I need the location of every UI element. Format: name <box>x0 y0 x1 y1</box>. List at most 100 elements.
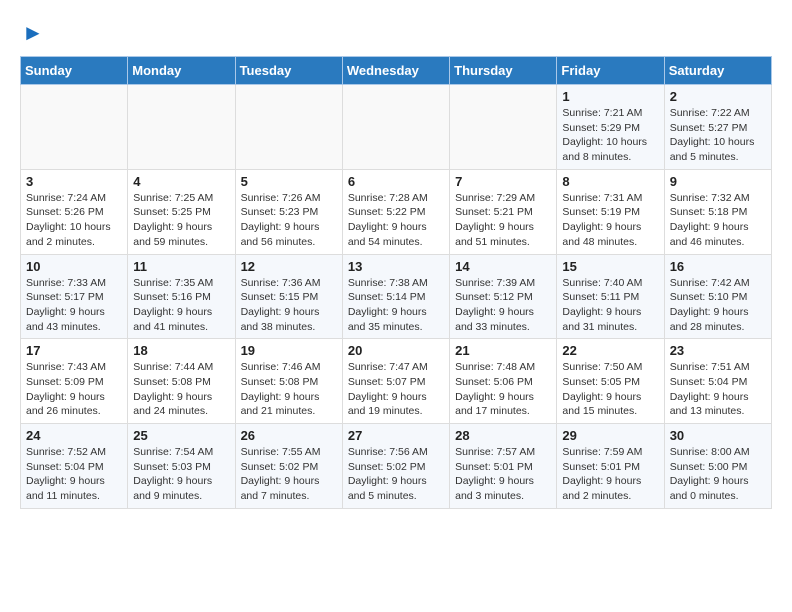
day-info: Sunrise: 7:55 AM Sunset: 5:02 PM Dayligh… <box>241 445 337 504</box>
day-info: Sunrise: 7:29 AM Sunset: 5:21 PM Dayligh… <box>455 191 551 250</box>
day-number: 21 <box>455 343 551 358</box>
day-info: Sunrise: 7:48 AM Sunset: 5:06 PM Dayligh… <box>455 360 551 419</box>
day-info: Sunrise: 7:24 AM Sunset: 5:26 PM Dayligh… <box>26 191 122 250</box>
day-cell: 23 Sunrise: 7:51 AM Sunset: 5:04 PM Dayli… <box>664 339 771 424</box>
day-info: Sunrise: 7:33 AM Sunset: 5:17 PM Dayligh… <box>26 276 122 335</box>
day-header-tuesday: Tuesday <box>235 57 342 85</box>
week-row-5: 24 Sunrise: 7:52 AM Sunset: 5:04 PM Dayli… <box>21 424 772 509</box>
day-info: Sunrise: 7:38 AM Sunset: 5:14 PM Dayligh… <box>348 276 444 335</box>
day-cell: 1 Sunrise: 7:21 AM Sunset: 5:29 PM Daylig… <box>557 85 664 170</box>
day-number: 13 <box>348 259 444 274</box>
day-info: Sunrise: 7:40 AM Sunset: 5:11 PM Dayligh… <box>562 276 658 335</box>
day-cell: 28 Sunrise: 7:57 AM Sunset: 5:01 PM Dayli… <box>450 424 557 509</box>
day-number: 7 <box>455 174 551 189</box>
day-header-sunday: Sunday <box>21 57 128 85</box>
calendar-table: SundayMondayTuesdayWednesdayThursdayFrid… <box>20 56 772 509</box>
day-cell: 18 Sunrise: 7:44 AM Sunset: 5:08 PM Dayli… <box>128 339 235 424</box>
day-info: Sunrise: 7:31 AM Sunset: 5:19 PM Dayligh… <box>562 191 658 250</box>
day-cell <box>450 85 557 170</box>
day-cell: 15 Sunrise: 7:40 AM Sunset: 5:11 PM Dayli… <box>557 254 664 339</box>
day-cell: 21 Sunrise: 7:48 AM Sunset: 5:06 PM Dayli… <box>450 339 557 424</box>
day-cell: 27 Sunrise: 7:56 AM Sunset: 5:02 PM Dayli… <box>342 424 449 509</box>
day-cell: 26 Sunrise: 7:55 AM Sunset: 5:02 PM Dayli… <box>235 424 342 509</box>
day-cell <box>128 85 235 170</box>
day-number: 17 <box>26 343 122 358</box>
week-row-1: 1 Sunrise: 7:21 AM Sunset: 5:29 PM Daylig… <box>21 85 772 170</box>
day-header-monday: Monday <box>128 57 235 85</box>
day-number: 30 <box>670 428 766 443</box>
day-header-thursday: Thursday <box>450 57 557 85</box>
day-header-wednesday: Wednesday <box>342 57 449 85</box>
day-number: 1 <box>562 89 658 104</box>
day-cell: 20 Sunrise: 7:47 AM Sunset: 5:07 PM Dayli… <box>342 339 449 424</box>
day-number: 18 <box>133 343 229 358</box>
day-cell: 5Sunrise: 7:26 AM Sunset: 5:23 PM Daylig… <box>235 169 342 254</box>
day-info: Sunrise: 7:51 AM Sunset: 5:04 PM Dayligh… <box>670 360 766 419</box>
day-info: Sunrise: 7:57 AM Sunset: 5:01 PM Dayligh… <box>455 445 551 504</box>
day-number: 16 <box>670 259 766 274</box>
day-number: 9 <box>670 174 766 189</box>
day-cell: 11 Sunrise: 7:35 AM Sunset: 5:16 PM Dayli… <box>128 254 235 339</box>
day-cell: 3 Sunrise: 7:24 AM Sunset: 5:26 PM Daylig… <box>21 169 128 254</box>
day-cell: 7 Sunrise: 7:29 AM Sunset: 5:21 PM Daylig… <box>450 169 557 254</box>
day-info: Sunrise: 7:47 AM Sunset: 5:07 PM Dayligh… <box>348 360 444 419</box>
day-info: Sunrise: 7:21 AM Sunset: 5:29 PM Dayligh… <box>562 106 658 165</box>
day-info: Sunrise: 7:56 AM Sunset: 5:02 PM Dayligh… <box>348 445 444 504</box>
day-number: 19 <box>241 343 337 358</box>
day-info: Sunrise: 7:26 AM Sunset: 5:23 PM Dayligh… <box>241 191 337 250</box>
day-info: Sunrise: 7:44 AM Sunset: 5:08 PM Dayligh… <box>133 360 229 419</box>
day-number: 12 <box>241 259 337 274</box>
day-cell: 22Sunrise: 7:50 AM Sunset: 5:05 PM Dayli… <box>557 339 664 424</box>
day-cell: 29Sunrise: 7:59 AM Sunset: 5:01 PM Dayli… <box>557 424 664 509</box>
day-cell <box>21 85 128 170</box>
day-cell: 12 Sunrise: 7:36 AM Sunset: 5:15 PM Dayli… <box>235 254 342 339</box>
day-number: 22 <box>562 343 658 358</box>
day-cell: 16 Sunrise: 7:42 AM Sunset: 5:10 PM Dayli… <box>664 254 771 339</box>
day-number: 14 <box>455 259 551 274</box>
day-number: 23 <box>670 343 766 358</box>
day-cell: 10 Sunrise: 7:33 AM Sunset: 5:17 PM Dayli… <box>21 254 128 339</box>
day-header-friday: Friday <box>557 57 664 85</box>
day-number: 10 <box>26 259 122 274</box>
day-number: 27 <box>348 428 444 443</box>
day-number: 3 <box>26 174 122 189</box>
day-info: Sunrise: 7:22 AM Sunset: 5:27 PM Dayligh… <box>670 106 766 165</box>
day-header-saturday: Saturday <box>664 57 771 85</box>
day-cell: 13 Sunrise: 7:38 AM Sunset: 5:14 PM Dayli… <box>342 254 449 339</box>
week-row-2: 3 Sunrise: 7:24 AM Sunset: 5:26 PM Daylig… <box>21 169 772 254</box>
day-cell: 4Sunrise: 7:25 AM Sunset: 5:25 PM Daylig… <box>128 169 235 254</box>
day-cell: 8 Sunrise: 7:31 AM Sunset: 5:19 PM Daylig… <box>557 169 664 254</box>
day-number: 6 <box>348 174 444 189</box>
day-number: 8 <box>562 174 658 189</box>
day-info: Sunrise: 8:00 AM Sunset: 5:00 PM Dayligh… <box>670 445 766 504</box>
day-info: Sunrise: 7:28 AM Sunset: 5:22 PM Dayligh… <box>348 191 444 250</box>
day-cell <box>235 85 342 170</box>
day-cell: 30 Sunrise: 8:00 AM Sunset: 5:00 PM Dayli… <box>664 424 771 509</box>
day-number: 11 <box>133 259 229 274</box>
day-number: 28 <box>455 428 551 443</box>
day-cell: 9Sunrise: 7:32 AM Sunset: 5:18 PM Daylig… <box>664 169 771 254</box>
day-info: Sunrise: 7:59 AM Sunset: 5:01 PM Dayligh… <box>562 445 658 504</box>
day-cell: 6 Sunrise: 7:28 AM Sunset: 5:22 PM Daylig… <box>342 169 449 254</box>
day-info: Sunrise: 7:54 AM Sunset: 5:03 PM Dayligh… <box>133 445 229 504</box>
page-header: ► <box>20 20 772 46</box>
day-cell <box>342 85 449 170</box>
day-info: Sunrise: 7:36 AM Sunset: 5:15 PM Dayligh… <box>241 276 337 335</box>
week-row-3: 10 Sunrise: 7:33 AM Sunset: 5:17 PM Dayli… <box>21 254 772 339</box>
week-row-4: 17 Sunrise: 7:43 AM Sunset: 5:09 PM Dayli… <box>21 339 772 424</box>
day-cell: 17 Sunrise: 7:43 AM Sunset: 5:09 PM Dayli… <box>21 339 128 424</box>
day-number: 4 <box>133 174 229 189</box>
day-info: Sunrise: 7:43 AM Sunset: 5:09 PM Dayligh… <box>26 360 122 419</box>
day-info: Sunrise: 7:39 AM Sunset: 5:12 PM Dayligh… <box>455 276 551 335</box>
day-info: Sunrise: 7:35 AM Sunset: 5:16 PM Dayligh… <box>133 276 229 335</box>
day-info: Sunrise: 7:52 AM Sunset: 5:04 PM Dayligh… <box>26 445 122 504</box>
day-info: Sunrise: 7:42 AM Sunset: 5:10 PM Dayligh… <box>670 276 766 335</box>
day-number: 15 <box>562 259 658 274</box>
logo-bird-icon: ► <box>22 20 44 46</box>
day-cell: 19Sunrise: 7:46 AM Sunset: 5:08 PM Dayli… <box>235 339 342 424</box>
day-number: 26 <box>241 428 337 443</box>
day-cell: 24 Sunrise: 7:52 AM Sunset: 5:04 PM Dayli… <box>21 424 128 509</box>
day-number: 24 <box>26 428 122 443</box>
day-number: 20 <box>348 343 444 358</box>
day-cell: 2Sunrise: 7:22 AM Sunset: 5:27 PM Daylig… <box>664 85 771 170</box>
